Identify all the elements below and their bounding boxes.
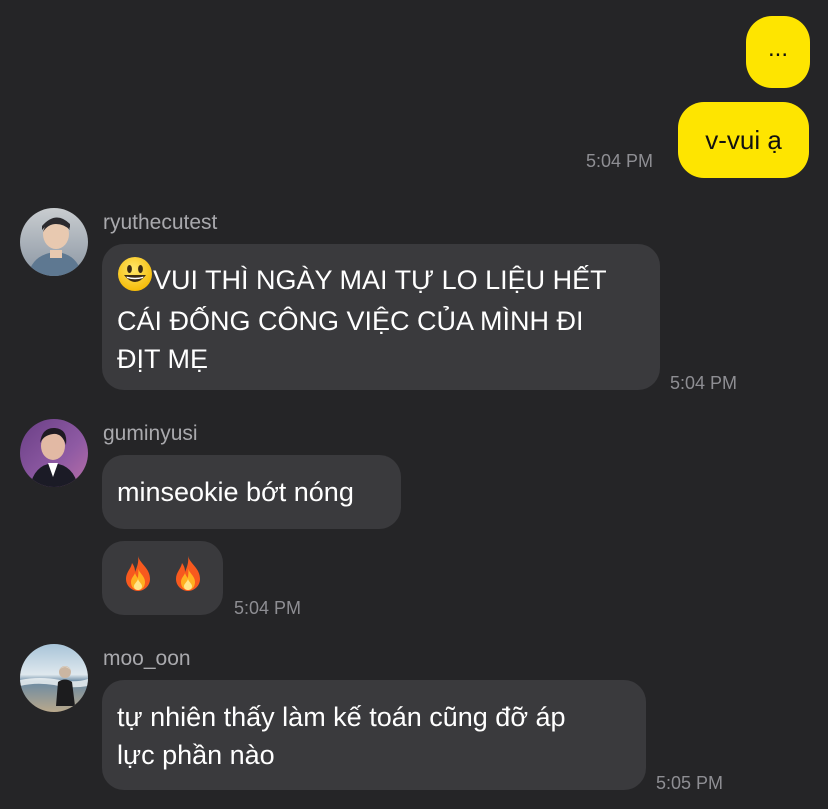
message-text: minseokie bớt nóng xyxy=(117,477,354,507)
avatar-guminyusi-icon xyxy=(20,419,88,487)
outgoing-message-text: ... xyxy=(767,35,788,62)
avatar[interactable] xyxy=(20,208,88,276)
fire-icon xyxy=(170,554,206,602)
message-timestamp: 5:04 PM xyxy=(586,151,654,171)
incoming-message-bubble[interactable]: tự nhiên thấy làm kế toán cũng đỡ áp lực… xyxy=(102,680,646,790)
avatar[interactable] xyxy=(20,419,88,487)
message-line: tự nhiên thấy làm kế toán cũng đỡ áp xyxy=(117,702,566,732)
message-timestamp: 5:04 PM xyxy=(234,598,302,618)
outgoing-message-text: v-vui ạ xyxy=(705,124,782,155)
avatar[interactable] xyxy=(20,644,88,712)
outgoing-message-bubble[interactable]: v-vui ạ xyxy=(678,102,809,178)
sender-username[interactable]: moo_oon xyxy=(103,647,191,671)
avatar-ryuthecutest-icon xyxy=(20,208,88,276)
avatar-moo-oon-icon xyxy=(20,644,88,712)
incoming-message-bubble[interactable]: minseokie bớt nóng xyxy=(102,455,401,529)
incoming-message-bubble[interactable] xyxy=(102,541,223,615)
sender-username[interactable]: guminyusi xyxy=(103,422,198,446)
sender-username[interactable]: ryuthecutest xyxy=(103,211,217,235)
grinning-face-icon xyxy=(117,256,153,302)
message-line: CÁI ĐỐNG CÔNG VIỆC CỦA MÌNH ĐI xyxy=(117,305,584,336)
incoming-message-bubble[interactable]: VUI THÌ NGÀY MAI TỰ LO LIỆU HẾT CÁI ĐỐNG… xyxy=(102,244,660,390)
message-line: VUI THÌ NGÀY MAI TỰ LO LIỆU HẾT xyxy=(117,256,644,302)
fire-icon xyxy=(120,554,156,602)
message-line: ĐỊT MẸ xyxy=(117,343,209,374)
message-text: VUI THÌ NGÀY MAI TỰ LO LIỆU HẾT xyxy=(153,265,607,295)
outgoing-message-bubble[interactable]: ... xyxy=(746,16,810,88)
message-timestamp: 5:04 PM xyxy=(670,373,738,393)
message-timestamp: 5:05 PM xyxy=(656,773,724,793)
message-line: lực phần nào xyxy=(117,740,275,770)
